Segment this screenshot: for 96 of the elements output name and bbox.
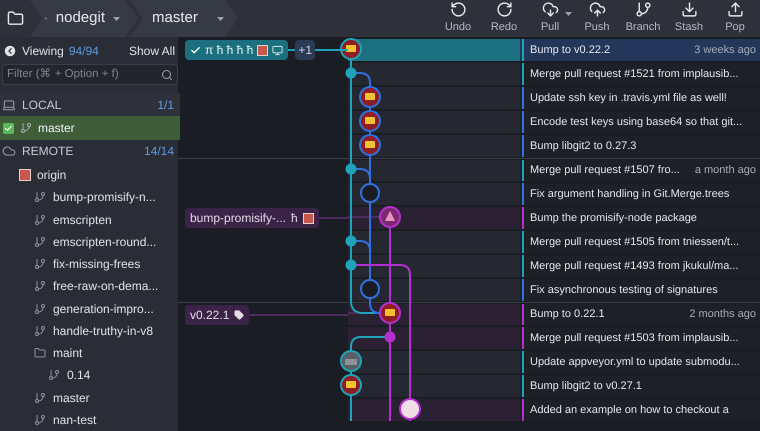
commit-message: Merge pull request #1493 from jkukul/ma...	[529, 258, 740, 274]
caret-icon	[113, 16, 120, 20]
commit-message: Merge pull request #1503 from implausib...	[529, 330, 740, 346]
caret-icon	[217, 16, 224, 20]
branch-icon	[34, 191, 46, 204]
branch-item[interactable]: emscripten-round...	[0, 230, 180, 253]
commit-message: Bump libgit2 to 0.27.3	[529, 138, 638, 154]
branch-icon	[34, 324, 46, 337]
ref-name: π ħ ħ ħ ħ	[205, 42, 254, 59]
toolbar-button[interactable]: Pull	[527, 0, 573, 37]
more-refs-badge[interactable]: +1	[295, 40, 315, 60]
repo-breadcrumb[interactable]: master	[130, 0, 238, 37]
branch-icon	[34, 280, 46, 292]
commit-message: Bump libgit2 to v0.27.1	[529, 378, 643, 394]
viewing-count: 94/94	[68, 42, 99, 60]
branch-item[interactable]: 0.14	[0, 364, 180, 387]
branch-icon	[34, 214, 46, 226]
ref-name: v0.22.1	[190, 306, 230, 324]
branch-item[interactable]: bump-promisify-n...	[0, 186, 180, 208]
tag-ref-label[interactable]: v0.22.1	[185, 304, 250, 324]
branch-icon	[34, 236, 46, 248]
show-all-button[interactable]: Show All	[128, 42, 177, 60]
branch-ref-label[interactable]: bump-promisify-... ħ	[185, 208, 319, 228]
folder-icon[interactable]	[6, 10, 24, 27]
cloud-download-icon	[542, 1, 558, 18]
commit-message: Update appveyor.yml to update submodu...	[529, 354, 741, 370]
back-icon[interactable]	[3, 44, 17, 58]
branch-icon	[34, 392, 46, 404]
tray-download-icon	[680, 1, 698, 18]
section-title: LOCAL	[22, 96, 62, 114]
avatar-placeholder	[257, 44, 268, 56]
commit-message: Merge pull request #1521 from implausib...	[529, 66, 740, 82]
branch-icon	[48, 369, 60, 382]
toolbar-button[interactable]: Push	[574, 0, 620, 37]
commit-message: Bump to v0.22.2	[529, 42, 612, 58]
cloud-icon	[2, 144, 16, 158]
monitor-icon	[272, 44, 284, 56]
local-branch-item[interactable]: master	[0, 116, 180, 140]
section-count: 14/14	[144, 143, 175, 160]
viewing-label: Viewing	[22, 42, 64, 60]
commit-message: Merge pull request #1505 from tniessen/t...	[529, 234, 740, 250]
redo-icon	[496, 1, 512, 18]
toolbar-button[interactable]: Undo	[435, 0, 481, 37]
caret-icon	[565, 12, 572, 16]
avatar-placeholder	[19, 168, 31, 181]
remote-section-header[interactable]: REMOTE 14/14	[0, 140, 180, 163]
branch-icon	[634, 1, 652, 18]
commit-row[interactable]: Bump to v0.22.2 3 weeks ago	[520, 39, 760, 61]
folder-item[interactable]: maint	[0, 342, 180, 364]
tray-upload-icon	[726, 1, 744, 18]
branch-icon	[34, 302, 46, 315]
folder-icon	[34, 347, 46, 360]
laptop-icon	[2, 98, 16, 112]
head-ref-label[interactable]: π ħ ħ ħ ħ	[185, 40, 288, 60]
commit-message: Fix asynchronous testing of signatures	[529, 282, 719, 298]
commit-message: Update ssh key in .travis.yml file as well!	[529, 90, 728, 106]
branch-icon	[34, 258, 46, 270]
toolbar-button[interactable]: Branch	[620, 0, 666, 37]
section-title: REMOTE	[22, 143, 74, 160]
branch-item[interactable]: generation-impro...	[0, 297, 180, 320]
commit-message: Merge pull request #1507 fro...	[529, 163, 681, 178]
cloud-upload-icon	[588, 1, 606, 18]
ref-mark: ħ	[291, 210, 298, 227]
branch-item[interactable]: nan-test	[0, 408, 180, 431]
toolbar-button[interactable]: Stash	[666, 0, 712, 37]
section-count: 1/1	[157, 96, 175, 114]
local-section-header[interactable]: LOCAL 1/1	[0, 93, 180, 116]
filter-field[interactable]: Filter (⌘ + Option + f)	[2, 64, 178, 86]
repo-breadcrumb[interactable]: nodegit	[30, 0, 138, 37]
commit-time: 2 months ago	[688, 307, 756, 322]
commit-time: a month ago	[694, 163, 756, 178]
branch-item[interactable]: emscripten	[0, 208, 180, 231]
branch-item[interactable]: master	[0, 386, 180, 409]
commit-message: Added an example on how to checkout a	[529, 402, 730, 418]
branch-item[interactable]: fix-missing-frees	[0, 252, 180, 276]
branch-icon	[20, 122, 32, 134]
branch-item[interactable]: free-raw-on-dema...	[0, 275, 180, 298]
connector-line	[315, 49, 348, 51]
remote-item[interactable]: origin	[0, 162, 180, 186]
ref-name: bump-promisify-...	[190, 210, 286, 227]
branch-item[interactable]: handle-truthy-in-v8	[0, 320, 180, 342]
commit-message: Fix argument handling in Git.Merge.trees	[529, 186, 730, 202]
avatar-placeholder	[302, 212, 314, 224]
toolbar-button[interactable]: Pop	[712, 0, 758, 37]
checkbox[interactable]	[3, 122, 14, 134]
commit-time: 3 weeks ago	[693, 42, 756, 58]
branch-icon	[34, 414, 46, 426]
toolbar-button[interactable]: Redo	[481, 0, 527, 37]
undo-icon	[450, 1, 466, 18]
check-icon	[190, 44, 201, 56]
tag-icon	[234, 310, 244, 320]
check-icon	[4, 124, 13, 133]
commit-message: Bump the promisify-node package	[529, 210, 698, 226]
search-icon	[161, 68, 173, 81]
commit-message: Bump to 0.22.1	[529, 307, 606, 322]
commit-message: Encode test keys using base64 so that git...	[529, 114, 744, 130]
